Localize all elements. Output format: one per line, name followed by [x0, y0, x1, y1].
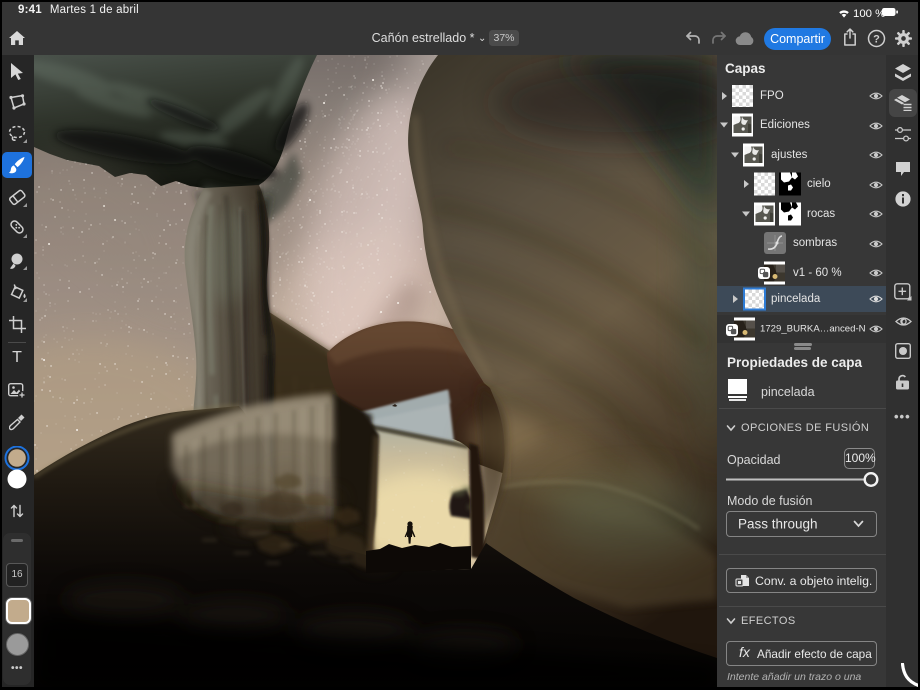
svg-text:100 %: 100 % — [853, 8, 885, 20]
svg-text:?: ? — [873, 34, 880, 46]
